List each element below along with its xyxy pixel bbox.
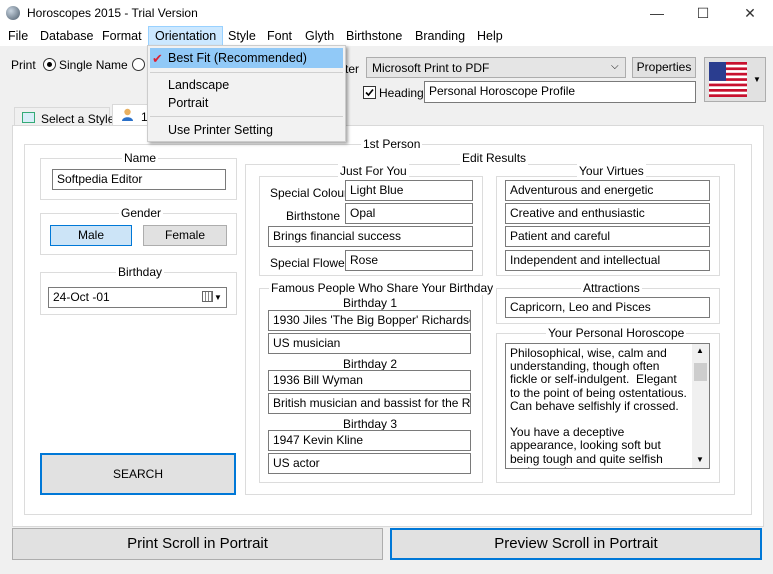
printer-select-value: Microsoft Print to PDF bbox=[372, 61, 490, 75]
virtue-input[interactable]: Independent and intellectual bbox=[505, 250, 710, 271]
preview-scroll-button[interactable]: Preview Scroll in Portrait bbox=[390, 528, 762, 560]
tab-select-style[interactable]: Select a Style bbox=[14, 107, 114, 127]
gender-group-title: Gender bbox=[119, 206, 164, 220]
virtues-title: Your Virtues bbox=[577, 164, 646, 178]
single-name-label: Single Name bbox=[59, 58, 128, 72]
printer-select[interactable]: Microsoft Print to PDF ⌵ bbox=[366, 57, 626, 78]
window-title: Horoscopes 2015 - Trial Version bbox=[27, 6, 198, 20]
chevron-down-icon: ▼ bbox=[214, 293, 222, 302]
scroll-thumb[interactable] bbox=[694, 363, 707, 381]
name-input[interactable]: Softpedia Editor bbox=[52, 169, 226, 190]
virtue-input[interactable]: Patient and careful bbox=[505, 226, 710, 247]
printer-label: ter bbox=[345, 62, 360, 76]
just-for-you-title: Just For You bbox=[338, 164, 409, 178]
print-scroll-button[interactable]: Print Scroll in Portrait bbox=[12, 528, 383, 560]
us-flag-icon bbox=[709, 62, 747, 97]
search-button[interactable]: SEARCH bbox=[40, 453, 236, 495]
menu-separator bbox=[150, 72, 343, 73]
birthday-1-name-input[interactable]: 1930 Jiles 'The Big Bopper' Richardson bbox=[268, 310, 471, 331]
heading-input[interactable]: Personal Horoscope Profile bbox=[424, 81, 696, 103]
calendar-icon bbox=[202, 291, 213, 302]
person-group-title: 1st Person bbox=[361, 137, 423, 151]
edit-results-title: Edit Results bbox=[460, 151, 529, 165]
female-button[interactable]: Female bbox=[143, 225, 227, 246]
orientation-portrait[interactable]: Portrait bbox=[168, 96, 208, 110]
menu-birthstone[interactable]: Birthstone bbox=[340, 26, 408, 46]
birthday-value: 24-Oct -01 bbox=[53, 290, 110, 304]
properties-button[interactable]: Properties bbox=[632, 57, 696, 78]
heading-checkbox[interactable] bbox=[363, 86, 376, 99]
horoscope-scrollbar[interactable]: ▲ ▼ bbox=[692, 344, 709, 468]
person-icon bbox=[121, 108, 134, 121]
menu-database[interactable]: Database bbox=[34, 26, 100, 46]
flag-dropdown-icon: ▼ bbox=[753, 75, 761, 84]
check-icon: ✔ bbox=[152, 51, 163, 66]
print-label: Print bbox=[11, 58, 36, 72]
name-group-title: Name bbox=[122, 151, 159, 165]
birthstone-input[interactable]: Opal bbox=[345, 203, 473, 224]
orientation-best-fit[interactable]: Best Fit (Recommended) bbox=[168, 51, 307, 65]
minimize-button[interactable]: — bbox=[634, 0, 680, 26]
menu-help[interactable]: Help bbox=[471, 26, 509, 46]
horoscope-textarea[interactable]: Philosophical, wise, calm and understand… bbox=[505, 343, 710, 469]
birthday-1-desc-input[interactable]: US musician bbox=[268, 333, 471, 354]
famous-people-title: Famous People Who Share Your Birthday bbox=[269, 281, 496, 295]
picture-icon bbox=[22, 112, 35, 123]
birthday-picker[interactable]: 24-Oct -01 ▼ bbox=[48, 287, 227, 308]
birthday-2-name-input[interactable]: 1936 Bill Wyman bbox=[268, 370, 471, 391]
scroll-down-icon[interactable]: ▼ bbox=[696, 455, 704, 464]
menu-branding[interactable]: Branding bbox=[409, 26, 471, 46]
menu-style[interactable]: Style bbox=[222, 26, 262, 46]
tab-select-style-label: Select a Style bbox=[41, 112, 115, 126]
special-flower-label: Special Flower bbox=[270, 256, 349, 270]
menu-format[interactable]: Format bbox=[96, 26, 148, 46]
birthday-group-title: Birthday bbox=[116, 265, 165, 279]
second-option-radio[interactable] bbox=[132, 58, 145, 71]
birthday-3-desc-input[interactable]: US actor bbox=[268, 453, 471, 474]
attractions-input[interactable]: Capricorn, Leo and Pisces bbox=[505, 297, 710, 318]
birthday-3-label: Birthday 3 bbox=[343, 417, 398, 431]
scroll-up-icon[interactable]: ▲ bbox=[696, 346, 704, 355]
chevron-down-icon: ⌵ bbox=[611, 61, 619, 72]
virtue-input[interactable]: Creative and enthusiastic bbox=[505, 203, 710, 224]
menu-separator bbox=[150, 116, 343, 117]
checkmark-icon bbox=[365, 88, 374, 97]
horoscope-title: Your Personal Horoscope bbox=[546, 326, 687, 340]
virtue-input[interactable]: Adventurous and energetic bbox=[505, 180, 710, 201]
special-colour-label: Special Colour bbox=[270, 186, 349, 200]
close-button[interactable]: ✕ bbox=[727, 0, 773, 26]
flag-selector[interactable]: ▼ bbox=[704, 57, 766, 102]
maximize-button[interactable]: ☐ bbox=[680, 0, 726, 26]
birthstone-label: Birthstone bbox=[286, 209, 341, 223]
menu-glyth[interactable]: Glyth bbox=[299, 26, 340, 46]
menu-font[interactable]: Font bbox=[261, 26, 298, 46]
menu-file[interactable]: File bbox=[2, 26, 34, 46]
birthday-3-name-input[interactable]: 1947 Kevin Kline bbox=[268, 430, 471, 451]
heading-label: Heading bbox=[379, 86, 424, 100]
tab-person[interactable]: 1 bbox=[112, 104, 148, 126]
orientation-landscape[interactable]: Landscape bbox=[168, 78, 229, 92]
single-name-radio[interactable] bbox=[43, 58, 56, 71]
birthday-1-label: Birthday 1 bbox=[343, 296, 398, 310]
special-flower-input[interactable]: Rose bbox=[345, 250, 473, 271]
attractions-title: Attractions bbox=[581, 281, 642, 295]
birthday-2-desc-input[interactable]: British musician and bassist for the Rol… bbox=[268, 393, 471, 414]
app-globe-icon bbox=[6, 6, 20, 20]
special-colour-input[interactable]: Light Blue bbox=[345, 180, 473, 201]
orientation-use-printer-setting[interactable]: Use Printer Setting bbox=[168, 123, 273, 137]
orientation-menu: ✔ Best Fit (Recommended) Landscape Portr… bbox=[147, 45, 346, 142]
benefit-input[interactable]: Brings financial success bbox=[268, 226, 473, 247]
birthday-2-label: Birthday 2 bbox=[343, 357, 398, 371]
male-button[interactable]: Male bbox=[50, 225, 132, 246]
menu-orientation[interactable]: Orientation bbox=[148, 26, 224, 46]
